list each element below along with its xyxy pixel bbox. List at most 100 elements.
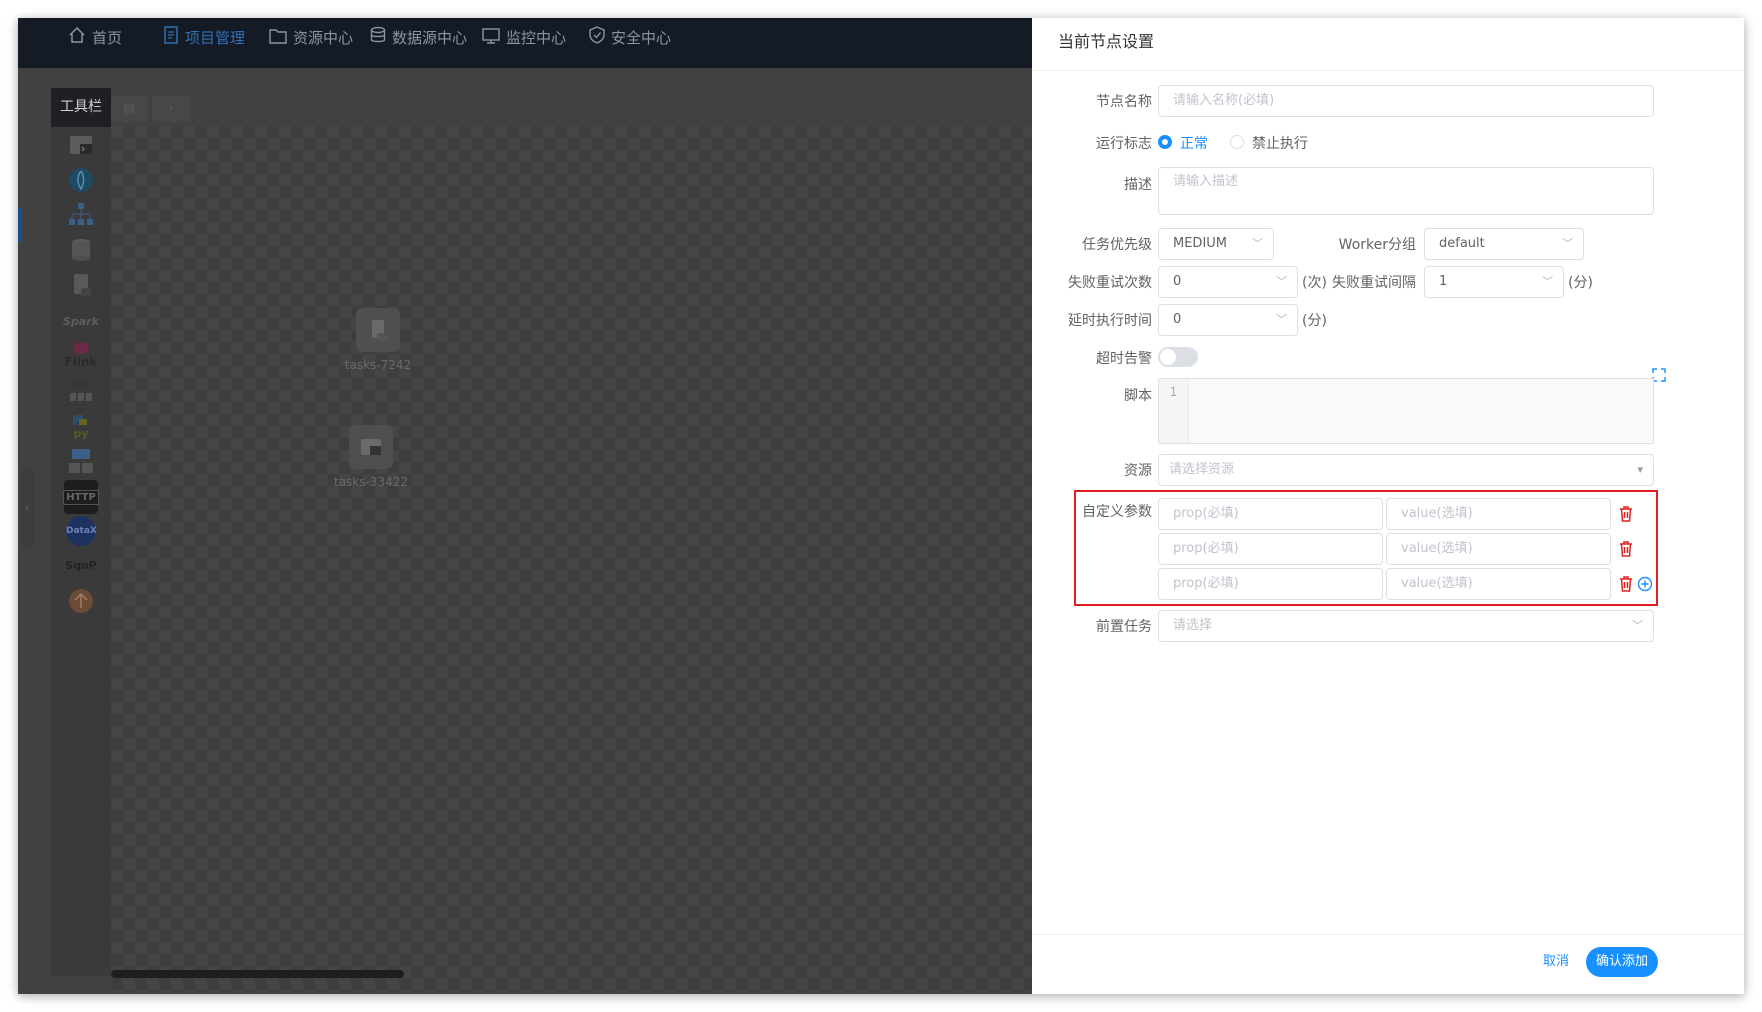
mr-label: MR bbox=[72, 379, 90, 391]
confirm-add-button[interactable]: 确认添加 bbox=[1586, 947, 1658, 977]
tool-subprocess-icon[interactable] bbox=[64, 163, 98, 197]
nav-label: 监控中心 bbox=[506, 29, 567, 47]
worker-group-select[interactable]: default ﹀ bbox=[1424, 228, 1584, 260]
custom-param-prop-input[interactable]: prop(必填) bbox=[1158, 568, 1383, 600]
sqoop-label: SqoP bbox=[65, 558, 97, 572]
dag-node[interactable]: tasks-33422 bbox=[321, 425, 421, 489]
delay-time-label: 延时执行时间 bbox=[1068, 313, 1152, 329]
run-flag-normal-radio[interactable] bbox=[1158, 135, 1172, 149]
shell-node-icon bbox=[349, 425, 393, 469]
custom-param-value-input[interactable]: value(选填) bbox=[1386, 568, 1611, 600]
timeout-alarm-label: 超时告警 bbox=[1096, 351, 1152, 367]
custom-param-prop-input[interactable]: prop(必填) bbox=[1158, 498, 1383, 530]
script-editor[interactable]: 1 bbox=[1158, 378, 1654, 444]
http-label: HTTP bbox=[63, 489, 99, 505]
dag-node[interactable]: tasks-7242 bbox=[338, 308, 418, 372]
fullscreen-icon[interactable] bbox=[1652, 368, 1666, 386]
retry-times-select[interactable]: 0 ﹀ bbox=[1158, 266, 1298, 298]
delete-param-icon[interactable] bbox=[1618, 540, 1634, 558]
chevron-down-icon: ﹀ bbox=[1252, 237, 1263, 250]
tool-procedure-icon[interactable] bbox=[64, 198, 98, 232]
home-icon bbox=[68, 19, 86, 59]
drawer-header-divider bbox=[1032, 70, 1744, 71]
pre-tasks-label: 前置任务 bbox=[1096, 619, 1152, 635]
delay-time-value: 0 bbox=[1173, 312, 1182, 327]
tool-mr-icon[interactable]: MR bbox=[64, 374, 98, 408]
retry-interval-unit: (分) bbox=[1568, 275, 1593, 291]
chevron-down-icon: ﹀ bbox=[1562, 237, 1573, 250]
caret-down-icon: ▾ bbox=[1637, 463, 1643, 476]
custom-param-prop-input[interactable]: prop(必填) bbox=[1158, 533, 1383, 565]
delete-param-icon[interactable] bbox=[1618, 575, 1634, 593]
nav-item-monitor[interactable]: 监控中心 bbox=[482, 18, 566, 58]
drawer-title: 当前节点设置 bbox=[1058, 32, 1155, 51]
script-label: 脚本 bbox=[1124, 388, 1152, 404]
node-name-input[interactable]: 请输入名称(必填) bbox=[1158, 85, 1654, 117]
delete-param-icon[interactable] bbox=[1618, 505, 1634, 523]
resources-select[interactable]: 请选择资源 ▾ bbox=[1158, 454, 1654, 486]
nav-item-project[interactable]: 项目管理 bbox=[163, 18, 245, 58]
tool-dependent-icon[interactable] bbox=[64, 268, 98, 302]
run-flag-normal-label[interactable]: 正常 bbox=[1180, 133, 1208, 153]
editor-gutter: 1 bbox=[1159, 379, 1189, 443]
tool-shell-icon[interactable] bbox=[64, 128, 98, 162]
tool-datax-icon[interactable]: DataX bbox=[64, 514, 98, 548]
tool-conditions-icon[interactable] bbox=[64, 444, 98, 478]
flink-label: Flink bbox=[64, 355, 98, 369]
add-param-icon[interactable] bbox=[1637, 576, 1653, 592]
tool-sqoop-icon[interactable]: SqoP bbox=[64, 548, 98, 582]
switch-knob bbox=[1160, 349, 1176, 365]
node-settings-drawer: 当前节点设置 节点名称 请输入名称(必填) 运行标志 正常 禁止执行 描述 请输… bbox=[1032, 18, 1744, 994]
custom-param-value-input[interactable]: value(选填) bbox=[1386, 533, 1611, 565]
nav-item-datasource[interactable]: 数据源中心 bbox=[370, 18, 467, 58]
custom-params-label: 自定义参数 bbox=[1082, 504, 1152, 520]
nav-label: 安全中心 bbox=[611, 29, 672, 47]
tool-python-icon[interactable]: py bbox=[64, 409, 98, 443]
shield-icon bbox=[589, 19, 605, 59]
pre-tasks-select[interactable]: 请选择 ﹀ bbox=[1158, 610, 1654, 642]
tool-http-icon[interactable]: HTTP bbox=[63, 480, 99, 514]
pre-tasks-placeholder: 请选择 bbox=[1173, 618, 1213, 633]
canvas-horizontal-scrollbar[interactable] bbox=[111, 970, 404, 978]
worker-group-value: default bbox=[1439, 236, 1485, 251]
node-label: tasks-33422 bbox=[333, 475, 408, 489]
description-textarea[interactable]: 请输入描述 bbox=[1158, 167, 1654, 215]
tool-spark-icon[interactable]: Spark bbox=[63, 304, 99, 338]
tool-sql-icon[interactable] bbox=[64, 233, 98, 267]
resources-label: 资源 bbox=[1124, 463, 1152, 479]
run-flag-label: 运行标志 bbox=[1096, 136, 1152, 152]
datax-label: DataX bbox=[66, 516, 97, 546]
dag-canvas[interactable] bbox=[111, 126, 1032, 992]
sql-node-icon bbox=[356, 308, 400, 352]
timeout-alarm-switch[interactable] bbox=[1158, 347, 1198, 367]
tool-flink-icon[interactable]: Flink bbox=[64, 338, 98, 372]
database-icon bbox=[370, 19, 386, 59]
priority-select[interactable]: MEDIUM ﹀ bbox=[1158, 228, 1274, 260]
delay-time-select[interactable]: 0 ﹀ bbox=[1158, 304, 1298, 336]
spark-label: Spark bbox=[63, 314, 99, 328]
run-flag-forbidden-radio[interactable] bbox=[1230, 135, 1244, 149]
nav-item-resources[interactable]: 资源中心 bbox=[269, 18, 353, 58]
nav-item-security[interactable]: 安全中心 bbox=[589, 18, 671, 58]
run-flag-forbidden-label[interactable]: 禁止执行 bbox=[1252, 133, 1308, 153]
tool-switch-icon[interactable] bbox=[64, 584, 98, 618]
cancel-button[interactable]: 取消 bbox=[1536, 947, 1576, 977]
node-name-label: 节点名称 bbox=[1096, 94, 1152, 110]
toolbar-title: 工具栏 bbox=[51, 88, 111, 127]
canvas-next-button[interactable]: › bbox=[152, 96, 190, 122]
retry-interval-label: 失败重试间隔 bbox=[1332, 275, 1416, 291]
chevron-down-icon: ﹀ bbox=[1276, 275, 1287, 288]
canvas-fullscreen-button[interactable]: ▤ bbox=[110, 96, 148, 122]
nav-label: 项目管理 bbox=[185, 29, 246, 47]
retry-interval-select[interactable]: 1 ﹀ bbox=[1424, 266, 1564, 298]
node-label: tasks-7242 bbox=[344, 358, 412, 372]
sidebar-active-marker bbox=[18, 208, 22, 242]
worker-group-label: Worker分组 bbox=[1338, 237, 1416, 253]
description-label: 描述 bbox=[1124, 177, 1152, 193]
app-window: 首页 项目管理 资源中心 数据源中心 监控中心 安全中心 ‹ ▤ › 工具栏 S… bbox=[18, 18, 1744, 994]
custom-param-value-input[interactable]: value(选填) bbox=[1386, 498, 1611, 530]
chevron-down-icon: ﹀ bbox=[1542, 275, 1553, 288]
nav-item-home[interactable]: 首页 bbox=[68, 18, 122, 58]
retry-interval-value: 1 bbox=[1439, 274, 1448, 289]
collapse-handle[interactable]: ‹ bbox=[20, 468, 34, 548]
